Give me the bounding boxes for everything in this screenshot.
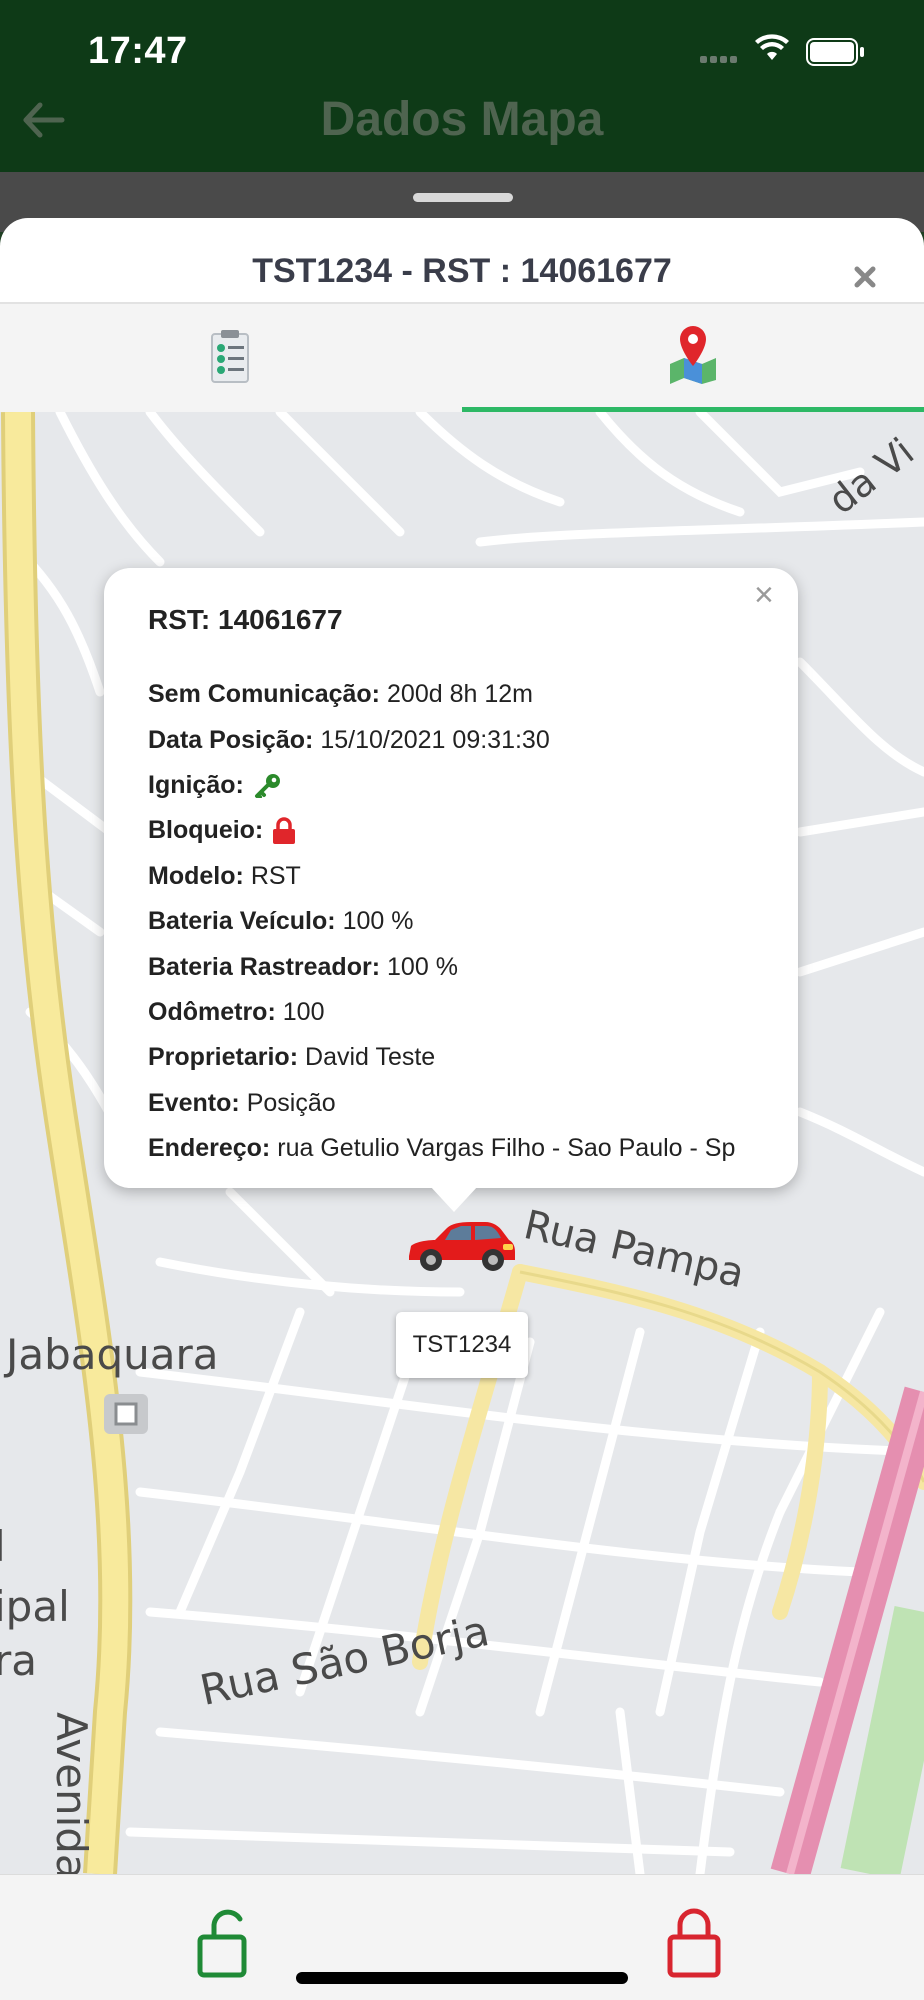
key-icon — [254, 774, 280, 799]
wifi-icon — [755, 34, 789, 60]
info-row-data-posicao: Data Posição: 15/10/2021 09:31:30 — [148, 725, 550, 754]
info-row-sem-comunicacao: Sem Comunicação: 200d 8h 12m — [148, 680, 533, 709]
map-view[interactable]: Rua Pampa Jabaquara Rua São Borja Avenid… — [0, 412, 924, 1874]
home-indicator — [296, 1972, 628, 1984]
info-row-bloqueio: Bloqueio: — [148, 808, 788, 853]
marker-label[interactable]: TST1234 — [396, 1312, 528, 1378]
unlock-button[interactable] — [196, 1907, 260, 1979]
checklist-icon — [211, 330, 249, 383]
status-bar: 17:47 — [0, 0, 924, 100]
popup-pointer — [430, 1186, 478, 1212]
tab-bar — [0, 304, 924, 412]
tab-details[interactable] — [0, 304, 462, 412]
lock-button[interactable] — [664, 1907, 728, 1979]
popup-title: RST: 14061677 — [148, 604, 343, 635]
place-label-ipal: ipal — [0, 1582, 70, 1631]
map-pin-icon — [670, 326, 716, 384]
page-title: Dados Mapa — [320, 93, 604, 146]
app-header: Dados Mapa — [0, 93, 924, 172]
place-label-jabaquara: Jabaquara — [6, 1330, 219, 1379]
car-marker-icon[interactable] — [405, 1218, 517, 1274]
sheet-title: TST1234 - RST : 14061677 — [252, 252, 672, 290]
info-row-endereco: Endereço: rua Getulio Vargas Filho - Sao … — [148, 1134, 736, 1163]
info-row-proprietario: Proprietario: David Teste — [148, 1043, 436, 1072]
cellular-signal-icon — [700, 56, 740, 64]
popup-close-icon[interactable]: × — [754, 578, 774, 612]
place-label-ra: ra — [0, 1636, 38, 1685]
info-row-bateria-rastreador: Bateria Rastreador: 100 % — [148, 952, 458, 981]
info-row-bateria-veiculo: Bateria Veículo: 100 % — [148, 907, 414, 936]
close-icon[interactable] — [848, 260, 882, 294]
info-row-odometro: Odômetro: 100 — [148, 997, 325, 1026]
status-time: 17:47 — [88, 30, 188, 72]
sheet-drag-handle[interactable] — [413, 193, 513, 202]
street-label-avenida: Avenida — [47, 1712, 96, 1874]
place-label-l: l — [0, 1522, 6, 1571]
info-row-evento: Evento: Posição — [148, 1088, 336, 1117]
tab-map[interactable] — [462, 304, 924, 412]
info-row-ignicao: Ignição: — [148, 763, 788, 808]
lock-icon — [273, 817, 296, 844]
battery-icon — [806, 38, 864, 66]
info-row-modelo: Modelo: RST — [148, 861, 301, 890]
vehicle-info-popup: × RST: 14061677 Sem Comunicação: 200d 8h … — [104, 568, 798, 1188]
bottom-sheet: TST1234 - RST : 14061677 Rua Pampa Jabaq… — [0, 218, 924, 2000]
